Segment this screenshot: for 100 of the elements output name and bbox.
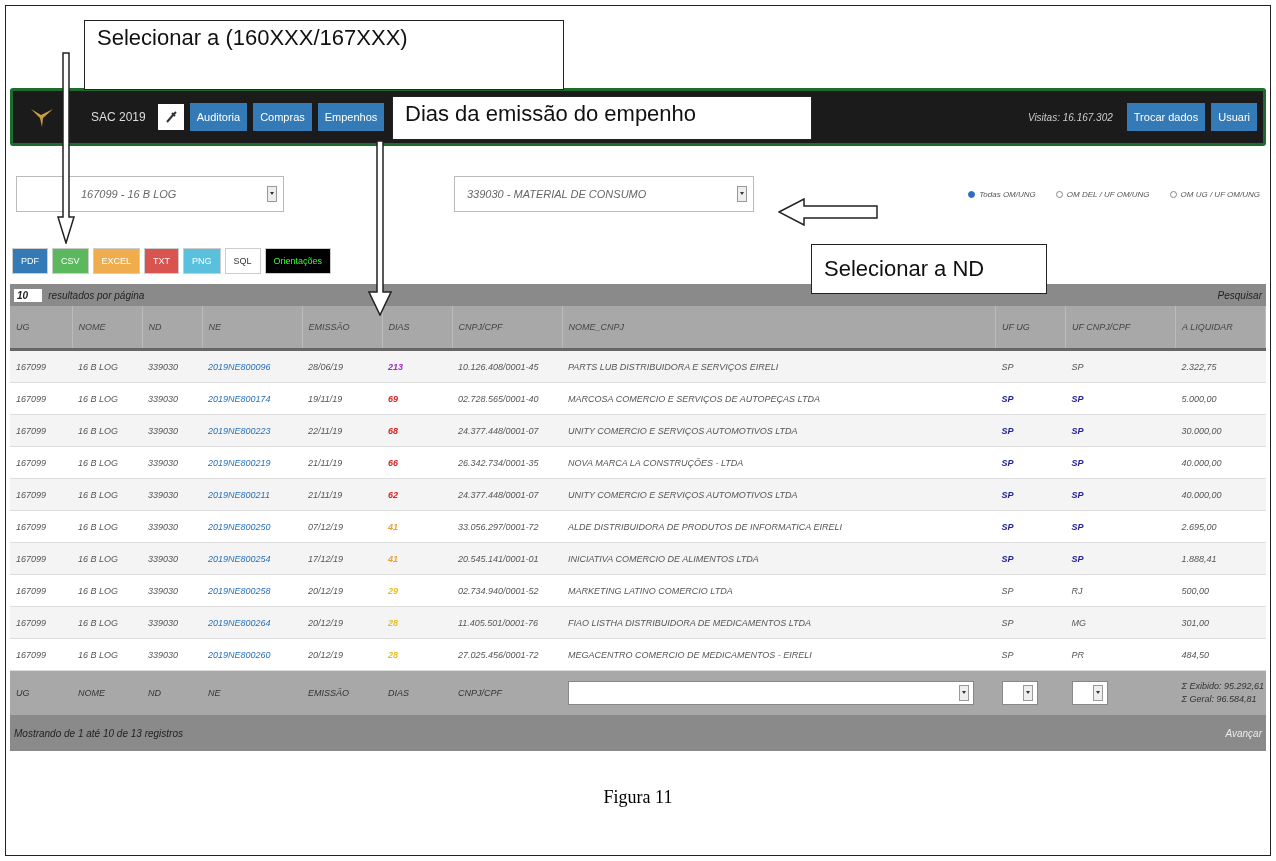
- table-cell: SP: [995, 478, 1066, 511]
- table-cell: 16 B LOG: [72, 510, 142, 543]
- ug-select[interactable]: 167099 - 16 B LOG: [16, 176, 284, 212]
- table-cell: 5.000,00: [1175, 382, 1266, 415]
- table-cell: 301,00: [1175, 606, 1266, 639]
- table-cell: 339030: [142, 414, 202, 447]
- radio-option[interactable]: OM UG / UF OM/UNG: [1169, 189, 1260, 199]
- next-page-link[interactable]: Avançar: [1225, 727, 1262, 739]
- table-cell: 29: [382, 574, 452, 607]
- search-label: Pesquisar: [1217, 289, 1262, 301]
- column-header[interactable]: A LIQUIDAR: [1175, 306, 1266, 350]
- name-filter-select[interactable]: [568, 681, 975, 705]
- table-cell: SP: [1065, 510, 1176, 543]
- table-cell: 16 B LOG: [72, 414, 142, 447]
- column-header[interactable]: NOME_CNPJ: [562, 306, 996, 350]
- nav-button[interactable]: Empenhos: [317, 103, 385, 131]
- table-cell: 30.000,00: [1175, 414, 1266, 447]
- table-cell: 500,00: [1175, 574, 1266, 607]
- table-cell: SP: [995, 638, 1066, 671]
- table-cell: SP: [1065, 478, 1176, 511]
- uf-filter-select[interactable]: [1001, 681, 1038, 705]
- table-cell: 339030: [142, 606, 202, 639]
- column-header[interactable]: UF UG: [995, 306, 1066, 350]
- table-cell: 41: [382, 510, 452, 543]
- footer-label: NE: [202, 670, 302, 715]
- column-header[interactable]: UF CNPJ/CPF: [1065, 306, 1176, 350]
- column-header[interactable]: NOME: [72, 306, 142, 350]
- table-cell: 339030: [142, 478, 202, 511]
- table-cell: 28: [382, 606, 452, 639]
- table-cell: 11.405.501/0001-76: [452, 606, 562, 639]
- table-cell: 167099: [10, 414, 72, 447]
- table-cell: SP: [995, 510, 1066, 543]
- tools-button[interactable]: [157, 104, 184, 130]
- radio-option[interactable]: Todas OM/UNG: [968, 189, 1036, 199]
- table-cell: 62: [382, 478, 452, 511]
- table-cell: 24.377.448/0001-07: [452, 414, 562, 447]
- page-size-select[interactable]: 10: [14, 288, 43, 302]
- table-cell: PR: [1065, 638, 1176, 671]
- table-cell: 167099: [10, 606, 72, 639]
- column-header[interactable]: UG: [10, 306, 72, 350]
- callout-box: Selecionar a (160XXX/167XXX): [84, 20, 564, 90]
- column-header[interactable]: NE: [202, 306, 302, 350]
- table-cell: 167099: [10, 542, 72, 575]
- table-cell: SP: [995, 446, 1066, 479]
- table-cell: 167099: [10, 574, 72, 607]
- table-cell: SP: [1065, 542, 1176, 575]
- table-cell: 68: [382, 414, 452, 447]
- table-cell: SP: [1065, 414, 1176, 447]
- table-cell: SP: [995, 606, 1066, 639]
- records-info: Mostrando de 1 até 10 de 13 registros: [14, 727, 183, 739]
- table-cell: 41: [382, 542, 452, 575]
- table-cell: RJ: [1065, 574, 1176, 607]
- column-header[interactable]: ND: [142, 306, 202, 350]
- nav-button[interactable]: Auditoria: [189, 103, 248, 131]
- footer-label: CNPJ/CPF: [452, 670, 562, 715]
- nav-button[interactable]: Trocar dados: [1126, 103, 1206, 131]
- table-cell: SP: [995, 414, 1066, 447]
- column-header[interactable]: EMISSÃO: [302, 306, 382, 350]
- column-header[interactable]: DIAS: [382, 306, 452, 350]
- footer-label: UG: [10, 670, 72, 715]
- nd-select[interactable]: 339030 - MATERIAL DE CONSUMO: [454, 176, 754, 212]
- table-cell: 20.545.141/0001-01: [452, 542, 562, 575]
- column-header[interactable]: CNPJ/CPF: [452, 306, 562, 350]
- uf-filter-select[interactable]: [1071, 681, 1108, 705]
- table-cell: 2019NE800250: [202, 510, 302, 543]
- export-button[interactable]: CSV: [52, 248, 89, 274]
- table-cell: 167099: [10, 446, 72, 479]
- table-cell: 484,50: [1175, 638, 1266, 671]
- table-cell: MARCOSA COMERCIO E SERVIÇOS DE AUTOPEÇAS LTDA: [562, 382, 996, 415]
- export-button[interactable]: Orientações: [264, 248, 332, 274]
- table-cell: 2019NE800254: [202, 542, 302, 575]
- table-cell: 69: [382, 382, 452, 415]
- radio-option[interactable]: OM DEL / UF OM/UNG: [1055, 189, 1150, 199]
- export-button[interactable]: TXT: [144, 248, 180, 274]
- table-cell: 66: [382, 446, 452, 479]
- table-cell: UNITY COMERCIO E SERVIÇOS AUTOMOTIVOS LTDA: [562, 414, 996, 447]
- table-cell: 213: [382, 349, 452, 383]
- table-cell: 339030: [142, 382, 202, 415]
- table-cell: 20/12/19: [302, 638, 382, 671]
- table-cell: 2.322,75: [1175, 349, 1266, 383]
- table-cell: UNITY COMERCIO E SERVIÇOS AUTOMOTIVOS LTDA: [562, 478, 996, 511]
- table-cell: SP: [995, 574, 1066, 607]
- table-cell: 19/11/19: [302, 382, 382, 415]
- nav-button[interactable]: Compras: [253, 103, 312, 131]
- table-cell: 2019NE800096: [202, 349, 302, 383]
- table-cell: 339030: [142, 574, 202, 607]
- table-cell: PARTS LUB DISTRIBUIDORA E SERVIÇOS EIRELI: [562, 349, 996, 383]
- table-cell: 2019NE800260: [202, 638, 302, 671]
- export-button[interactable]: PDF: [12, 248, 48, 274]
- table-cell: 2019NE800258: [202, 574, 302, 607]
- table-cell: 28: [382, 638, 452, 671]
- app-name: SAC 2019: [91, 110, 146, 124]
- table-cell: MARKETING LATINO COMERCIO LTDA: [562, 574, 996, 607]
- table-cell: 40.000,00: [1175, 478, 1266, 511]
- table-cell: 20/12/19: [302, 606, 382, 639]
- export-button[interactable]: SQL: [224, 248, 261, 274]
- table-cell: 1.888,41: [1175, 542, 1266, 575]
- nav-button[interactable]: Usuari: [1211, 103, 1257, 131]
- figure-caption: Figura 11: [603, 787, 673, 808]
- footer-label: NOME: [72, 670, 142, 715]
